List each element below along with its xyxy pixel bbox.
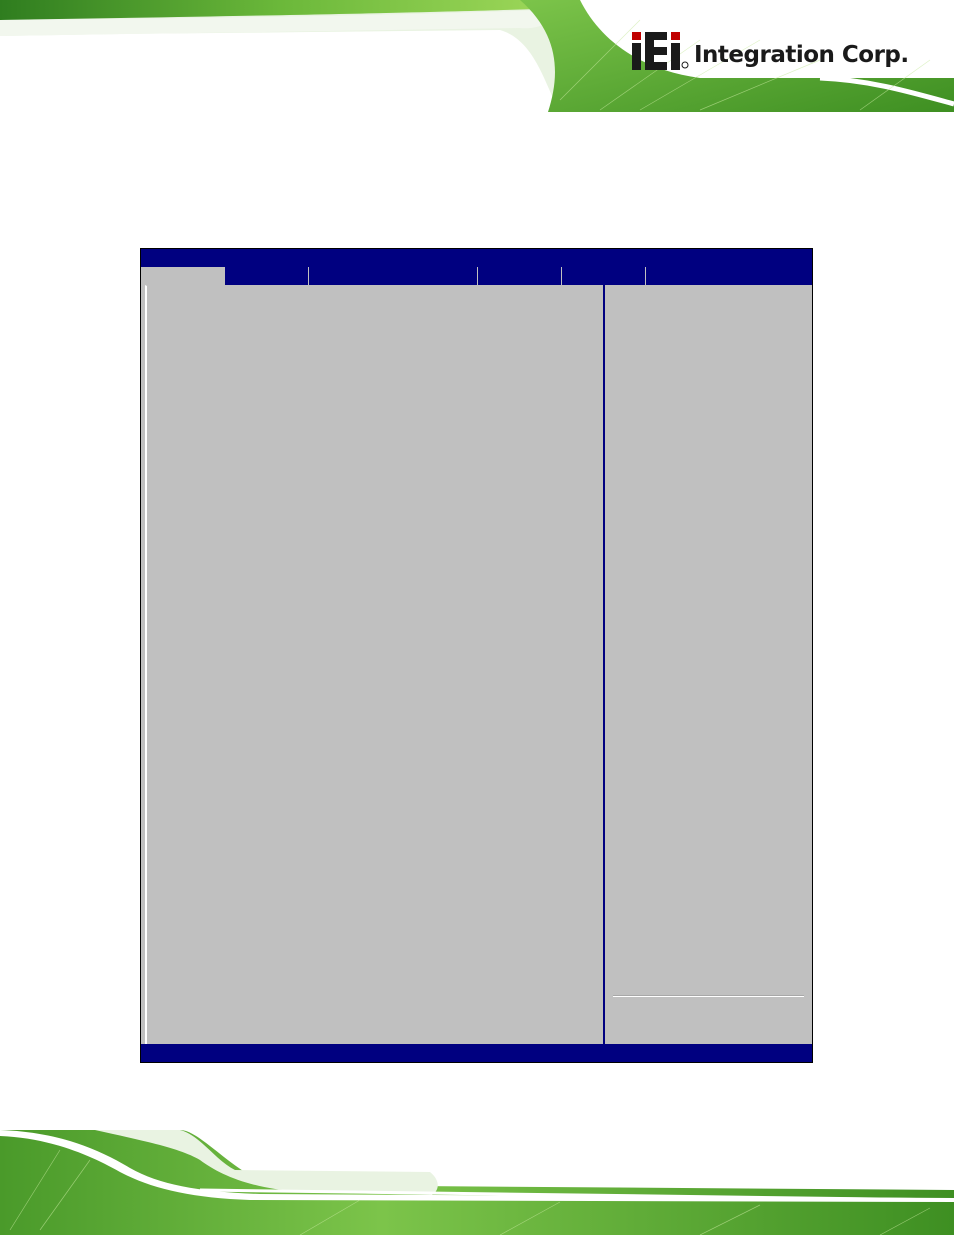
tab-chipset[interactable] xyxy=(309,267,478,285)
bios-title-bar xyxy=(141,249,812,267)
brand-name: Integration Corp. xyxy=(694,42,909,68)
tab-security[interactable] xyxy=(562,267,646,285)
tab-save-exit[interactable] xyxy=(646,267,812,285)
footer-banner xyxy=(0,1130,954,1235)
tab-advanced[interactable] xyxy=(225,267,309,285)
tab-boot[interactable] xyxy=(478,267,562,285)
tab-main[interactable] xyxy=(141,267,225,285)
bios-setup-window xyxy=(140,248,813,1063)
bios-help-panel xyxy=(605,285,812,1044)
help-separator xyxy=(613,995,804,997)
bios-status-bar xyxy=(141,1044,812,1062)
bios-main-panel xyxy=(145,285,603,1044)
iei-logo-icon xyxy=(632,32,689,70)
bios-tab-bar xyxy=(141,267,812,285)
